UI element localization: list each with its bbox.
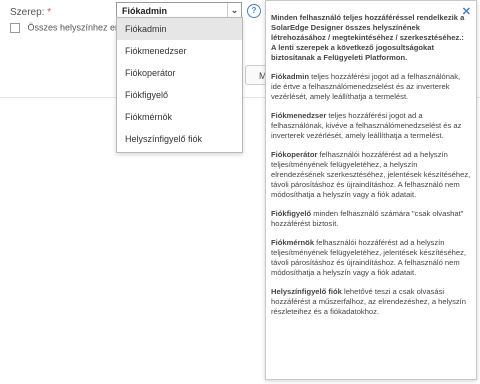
role-desc-fiokadmin: Fiókadmin teljes hozzáférési jogot ad a …: [271, 72, 471, 102]
all-sites-checkbox-row[interactable]: Összes helyszínhez enge: [10, 22, 130, 33]
dropdown-option-fiokfigyelo[interactable]: Fiókfigyelő: [117, 84, 242, 106]
dropdown-option-fiokmernok[interactable]: Fiókmérnök: [117, 106, 242, 128]
popup-intro: Minden felhasználó teljes hozzáféréssel …: [271, 13, 465, 62]
role-term: Helyszínfigyelő fiók: [271, 287, 342, 296]
chevron-down-icon[interactable]: ⌄: [227, 3, 241, 17]
role-term: Fiókoperátor: [271, 150, 318, 159]
role-desc-helyszinfigyelo: Helyszínfigyelő fiók lehetővé teszi a cs…: [271, 287, 471, 317]
role-desc-fiokoperator: Fiókoperátor felhasználói hozzáférést ad…: [271, 150, 471, 200]
role-desc-fiokmenedzser: Fiókmenedzser teljes hozzáférési jogot a…: [271, 111, 471, 141]
role-dropdown-list: Fiókadmin Fiókmenedzser Fiókoperátor Fió…: [116, 17, 243, 153]
dropdown-option-fiokmenedzser[interactable]: Fiókmenedzser: [117, 40, 242, 62]
role-desc-fiokfigyelo: Fiókfigyelő minden felhasználó számára "…: [271, 209, 471, 229]
role-term: Fiókmérnök: [271, 238, 315, 247]
help-popup: ✕ Minden felhasználó teljes hozzáférésse…: [265, 0, 477, 380]
dropdown-option-fiokadmin[interactable]: Fiókadmin: [117, 18, 242, 40]
required-marker: *: [47, 7, 52, 18]
role-label: Szerep: *: [10, 7, 51, 18]
all-sites-checkbox-label: Összes helyszínhez enge: [27, 22, 131, 33]
role-term: Fiókfigyelő: [271, 209, 312, 218]
all-sites-checkbox[interactable]: [10, 22, 20, 33]
close-icon[interactable]: ✕: [462, 5, 471, 18]
help-icon[interactable]: ?: [247, 4, 261, 18]
role-select-value: Fiókadmin: [122, 6, 168, 16]
role-term: Fiókadmin: [271, 72, 309, 81]
dropdown-option-fiokoperator[interactable]: Fiókoperátor: [117, 62, 242, 84]
role-label-text: Szerep:: [10, 7, 45, 18]
role-term: Fiókmenedzser: [271, 111, 327, 120]
role-select[interactable]: Fiókadmin ⌄: [116, 2, 242, 18]
role-desc-fiokmernok: Fiókmérnök felhasználói hozzáférést ad a…: [271, 238, 471, 278]
dropdown-option-helyszinfigyelo-fiok[interactable]: Helyszínfigyelő fiók: [117, 128, 242, 150]
